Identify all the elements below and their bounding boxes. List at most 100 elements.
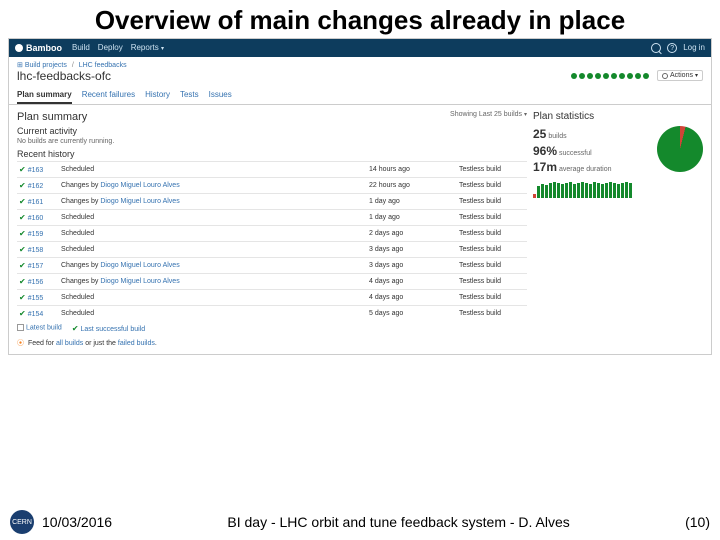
feed-failed-link[interactable]: failed builds bbox=[118, 340, 155, 347]
plan-statistics-heading: Plan statistics bbox=[533, 111, 703, 122]
spark-bar bbox=[601, 184, 604, 198]
nav-build[interactable]: Build bbox=[72, 43, 90, 52]
build-result: Testless build bbox=[457, 241, 527, 257]
table-row: ✔#159Scheduled2 days agoTestless build bbox=[17, 225, 527, 241]
chevron-down-icon: ▾ bbox=[695, 72, 698, 79]
duration-sparkline bbox=[533, 180, 703, 198]
actions-button[interactable]: Actions ▾ bbox=[657, 70, 703, 81]
crumb-plan[interactable]: LHC feedbacks bbox=[79, 62, 127, 69]
build-when: 4 days ago bbox=[367, 273, 457, 289]
brand[interactable]: Bamboo bbox=[15, 43, 62, 53]
table-row: ✔#156Changes by Diogo Miguel Louro Alves… bbox=[17, 273, 527, 289]
spark-bar bbox=[625, 182, 628, 198]
build-when: 1 day ago bbox=[367, 193, 457, 209]
spark-bar bbox=[565, 183, 568, 198]
tab-history[interactable]: History bbox=[145, 87, 170, 104]
login-link[interactable]: Log in bbox=[683, 43, 705, 52]
check-icon: ✔ bbox=[19, 229, 26, 238]
slide-title: Overview of main changes already in plac… bbox=[0, 0, 720, 38]
showing-filter[interactable]: Showing Last 25 builds ▾ bbox=[450, 111, 527, 118]
bamboo-app: Bamboo Build Deploy Reports ▾ ? Log in ⊞… bbox=[8, 38, 712, 355]
build-when: 14 hours ago bbox=[367, 161, 457, 177]
cern-logo-icon: CERN bbox=[10, 510, 34, 534]
nav-reports[interactable]: Reports ▾ bbox=[131, 43, 164, 52]
footer-date: 10/03/2016 bbox=[42, 514, 112, 530]
check-icon: ✔ bbox=[19, 309, 26, 318]
build-link[interactable]: #158 bbox=[28, 247, 44, 254]
spark-bar bbox=[553, 182, 556, 198]
build-link[interactable]: #156 bbox=[28, 279, 44, 286]
build-link[interactable]: #157 bbox=[28, 263, 44, 270]
build-link[interactable]: #162 bbox=[28, 183, 44, 190]
user-link[interactable]: Diogo Miguel Louro Alves bbox=[100, 198, 179, 205]
history-table: ✔#163Scheduled14 hours agoTestless build… bbox=[17, 161, 527, 321]
check-icon: ✔ bbox=[19, 165, 26, 174]
top-nav: Bamboo Build Deploy Reports ▾ ? Log in bbox=[9, 39, 711, 57]
rss-icon: ⦿ bbox=[17, 340, 24, 347]
gear-icon bbox=[662, 73, 668, 79]
spark-bar bbox=[573, 184, 576, 198]
build-link[interactable]: #154 bbox=[28, 311, 44, 318]
nav-deploy[interactable]: Deploy bbox=[98, 43, 123, 52]
table-row: ✔#158Scheduled3 days agoTestless build bbox=[17, 241, 527, 257]
spark-bar bbox=[589, 184, 592, 198]
table-row: ✔#155Scheduled4 days agoTestless build bbox=[17, 289, 527, 305]
spark-bar bbox=[597, 183, 600, 198]
spark-bar bbox=[613, 183, 616, 198]
check-icon: ✔ bbox=[19, 197, 26, 206]
tab-issues[interactable]: Issues bbox=[209, 87, 232, 104]
build-link[interactable]: #155 bbox=[28, 295, 44, 302]
check-icon: ✔ bbox=[19, 261, 26, 270]
table-row: ✔#157Changes by Diogo Miguel Louro Alves… bbox=[17, 257, 527, 273]
nav-reports-label: Reports bbox=[131, 43, 159, 52]
check-icon: ✔ bbox=[19, 181, 26, 190]
spark-bar bbox=[593, 182, 596, 198]
build-link[interactable]: #160 bbox=[28, 215, 44, 222]
current-activity-heading: Current activity bbox=[17, 126, 527, 136]
check-icon: ✔ bbox=[19, 245, 26, 254]
table-row: ✔#162Changes by Diogo Miguel Louro Alves… bbox=[17, 177, 527, 193]
crumb-projects[interactable]: Build projects bbox=[25, 62, 67, 69]
spark-bar bbox=[533, 194, 536, 198]
tab-tests[interactable]: Tests bbox=[180, 87, 199, 104]
tab-recent-failures[interactable]: Recent failures bbox=[82, 87, 135, 104]
check-icon: ✔ bbox=[72, 324, 79, 333]
footer-center: BI day - LHC orbit and tune feedback sys… bbox=[136, 514, 661, 530]
build-link[interactable]: #159 bbox=[28, 231, 44, 238]
check-icon: ✔ bbox=[19, 277, 26, 286]
build-link[interactable]: #161 bbox=[28, 199, 44, 206]
build-result: Testless build bbox=[457, 305, 527, 321]
spark-bar bbox=[557, 183, 560, 198]
table-row: ✔#161Changes by Diogo Miguel Louro Alves… bbox=[17, 193, 527, 209]
build-result: Testless build bbox=[457, 289, 527, 305]
feed-all-link[interactable]: all builds bbox=[56, 340, 83, 347]
user-link[interactable]: Diogo Miguel Louro Alves bbox=[100, 278, 179, 285]
tab-bar: Plan summary Recent failures History Tes… bbox=[9, 87, 711, 105]
search-icon[interactable] bbox=[651, 43, 661, 53]
help-icon[interactable]: ? bbox=[667, 43, 677, 53]
build-when: 3 days ago bbox=[367, 257, 457, 273]
spark-bar bbox=[621, 183, 624, 198]
user-link[interactable]: Diogo Miguel Louro Alves bbox=[100, 182, 179, 189]
build-result: Testless build bbox=[457, 161, 527, 177]
spark-bar bbox=[629, 183, 632, 198]
chevron-down-icon: ▾ bbox=[161, 46, 164, 52]
table-row: ✔#163Scheduled14 hours agoTestless build bbox=[17, 161, 527, 177]
last-success-link[interactable]: ✔Last successful build bbox=[72, 324, 145, 333]
spark-bar bbox=[617, 184, 620, 198]
table-row: ✔#160Scheduled1 day agoTestless build bbox=[17, 209, 527, 225]
user-link[interactable]: Diogo Miguel Louro Alves bbox=[100, 262, 179, 269]
recent-build-dots bbox=[571, 73, 649, 79]
tab-plan-summary[interactable]: Plan summary bbox=[17, 87, 72, 104]
spark-bar bbox=[569, 182, 572, 198]
spark-bar bbox=[581, 182, 584, 198]
spark-bar bbox=[537, 186, 540, 198]
no-builds-note: No builds are currently running. bbox=[17, 138, 527, 145]
plan-summary-heading: Plan summary Showing Last 25 builds ▾ bbox=[17, 111, 527, 123]
check-icon: ✔ bbox=[19, 213, 26, 222]
build-when: 22 hours ago bbox=[367, 177, 457, 193]
build-link[interactable]: #163 bbox=[28, 167, 44, 174]
footer-page: (10) bbox=[685, 514, 710, 530]
latest-build-link[interactable]: Latest build bbox=[17, 324, 62, 333]
spark-bar bbox=[609, 182, 612, 198]
